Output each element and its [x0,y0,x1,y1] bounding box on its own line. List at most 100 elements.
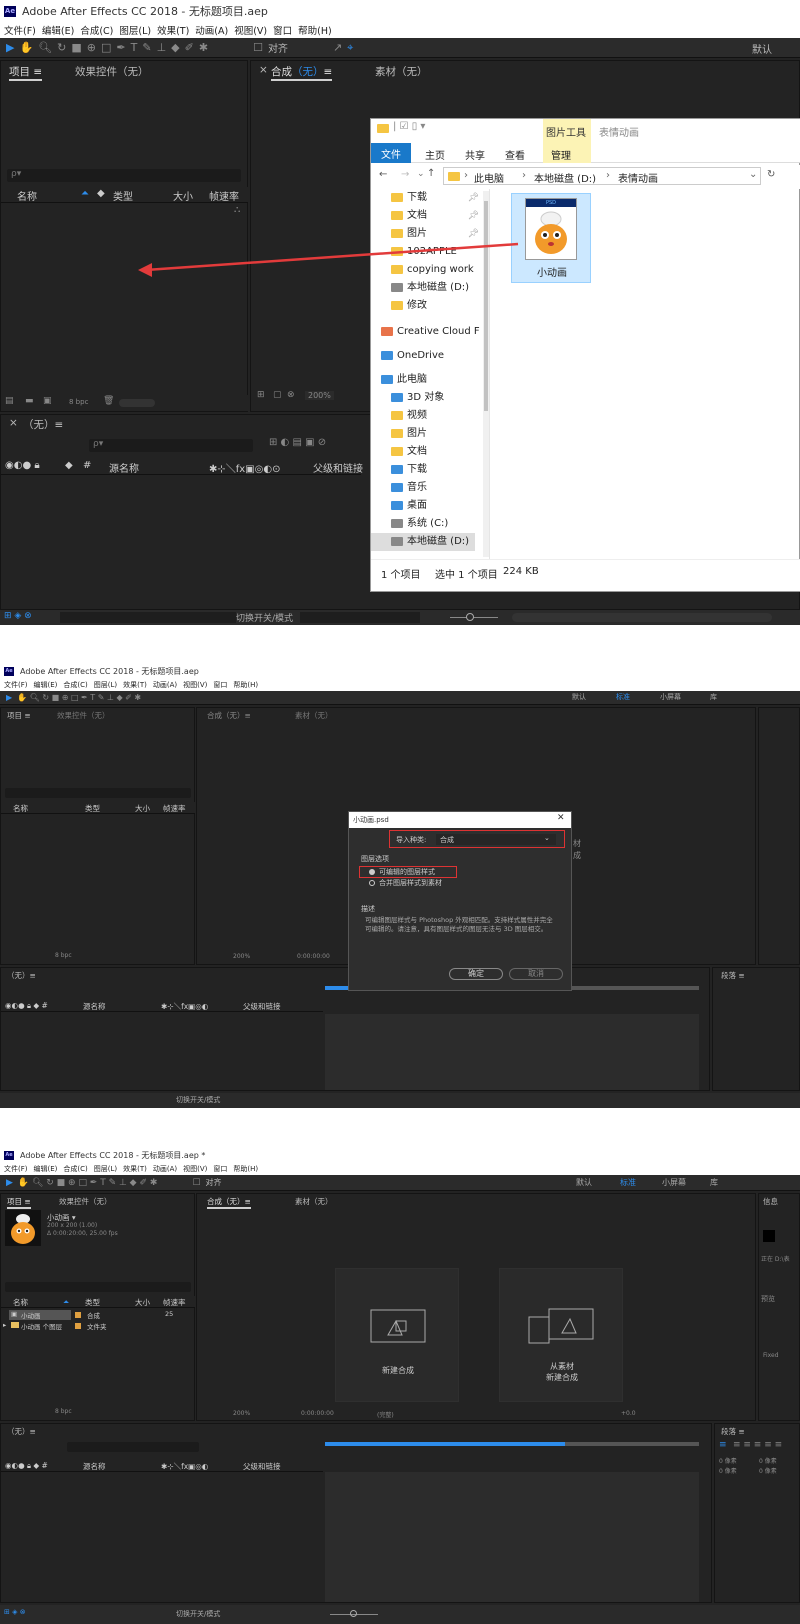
col-size[interactable]: 大小 [135,1297,150,1308]
label-color[interactable] [75,1312,81,1318]
switch-mode-button[interactable]: 切换开关/模式 [176,1095,220,1105]
timeline-area[interactable] [325,1014,699,1090]
preview-tab[interactable]: 预览 [761,1294,775,1304]
new-comp-from-footage-card[interactable]: 从素材 新建合成 [499,1268,623,1402]
menu-layer[interactable]: 图层(L) [94,680,117,690]
zoom-dropdown[interactable]: 200% [233,1410,250,1417]
col-parent[interactable]: 父级和链接 [243,1461,281,1472]
window-title: Adobe After Effects CC 2018 - 无标题项目.aep … [20,1150,206,1160]
tools-icons[interactable]: ✋ 🔍︎ ↻ ■ ⊕ □ ✒ T ✎ ⊥ ◆ ✐ ✱ [17,693,141,702]
col-fps[interactable]: 帧速率 [163,803,186,814]
ok-button[interactable]: 确定 [449,968,503,980]
work-area-fill[interactable] [325,1442,565,1446]
col-size[interactable]: 大小 [135,803,150,814]
menu-effect[interactable]: 效果(T) [123,680,147,690]
menu-file[interactable]: 文件(F) [4,1164,28,1174]
space-before[interactable]: 0 像素 [719,1466,737,1475]
expand-arrow-icon[interactable]: ▸ [3,1321,6,1329]
description-heading: 描述 [361,905,375,913]
project-search-input[interactable] [5,788,191,798]
radio-merge-styles[interactable] [369,880,375,886]
indent-right[interactable]: 0 像素 [759,1456,777,1465]
time-display[interactable]: 0:00:00:00 [297,953,330,960]
table-row[interactable]: ▸ 小动画 个图层 文件夹 [1,1321,181,1331]
project-tab[interactable]: 项目 ≡ [7,1196,31,1209]
align-left-icon[interactable]: ≡ [719,1440,727,1450]
menu-view[interactable]: 视图(V) [183,680,207,690]
info-tab[interactable]: 信息 [763,1196,778,1207]
effects-controls-tab[interactable]: 效果控件（无） [59,1196,112,1207]
project-search-input[interactable] [5,1282,191,1292]
comp-tab[interactable]: 合成（无）≡ [207,1196,251,1209]
sort-icon[interactable]: ⏶ [63,1297,69,1307]
workspace-default[interactable]: 默认 [576,1177,592,1188]
bpc-label[interactable]: 8 bpc [55,952,72,959]
menu-window[interactable]: 窗口 [213,1164,227,1174]
menu-edit[interactable]: 编辑(E) [34,1164,58,1174]
work-area-bar[interactable] [325,1442,699,1446]
menu-composition[interactable]: 合成(C) [63,680,87,690]
resolution-dropdown[interactable]: (完整) [377,1410,394,1419]
workspace-library[interactable]: 库 [710,692,717,702]
switch-mode-button[interactable]: 切换开关/模式 [176,1609,220,1619]
col-source-name[interactable]: 源名称 [83,1461,106,1472]
menu-edit[interactable]: 编辑(E) [34,680,58,690]
menu-window[interactable]: 窗口 [213,680,227,690]
paragraph-tab[interactable]: 段落 ≡ [721,970,745,981]
workspace-small[interactable]: 小屏幕 [660,692,681,702]
timeline-area[interactable] [325,1472,699,1602]
menu-file[interactable]: 文件(F) [4,680,28,690]
workspace-standard[interactable]: 标准 [616,692,630,702]
col-fps[interactable]: 帧速率 [163,1297,186,1308]
workspace-library[interactable]: 库 [710,1177,718,1188]
workspace-standard[interactable]: 标准 [620,1177,636,1188]
zoom-dropdown[interactable]: 200% [233,953,250,960]
project-tab[interactable]: 项目 ≡ [7,710,31,721]
new-comp-card[interactable]: 新建合成 [335,1268,459,1402]
indent-left[interactable]: 0 像素 [719,1456,737,1465]
tools-icons[interactable]: ✋ 🔍︎ ↻ ■ ⊕ □ ✒ T ✎ ⊥ ◆ ✐ ✱ [18,1178,157,1188]
footage-tab[interactable]: 素材（无） [295,1196,333,1207]
align-icons[interactable]: ≡ ≡ ≡ ≡ ≡ [733,1440,782,1450]
comp-tab[interactable]: 合成（无）≡ [207,710,251,721]
col-name[interactable]: 名称 [13,803,28,814]
effects-controls-tab[interactable]: 效果控件（无） [57,710,110,721]
col-parent[interactable]: 父级和链接 [243,1001,281,1012]
snap-checkbox-icon[interactable]: ☐ [192,1178,200,1188]
col-type[interactable]: 类型 [85,803,100,814]
radio-editable-styles[interactable] [369,869,375,875]
menu-view[interactable]: 视图(V) [183,1164,207,1174]
import-kind-select[interactable]: 合成 ⌄ [436,834,556,845]
col-source-name[interactable]: 源名称 [83,1001,106,1012]
workspace-small[interactable]: 小屏幕 [662,1177,686,1188]
timeline-tab[interactable]: （无）≡ [7,970,36,981]
label-color[interactable] [75,1323,81,1329]
table-row[interactable]: ▣ 小动画 合成 25 [1,1310,181,1320]
menu-layer[interactable]: 图层(L) [94,1164,117,1174]
bottom-icons[interactable]: ⊞ ◈ ⊗ [4,1608,26,1616]
exposure-offset[interactable]: +0.0 [621,1410,636,1417]
col-name[interactable]: 名称 [13,1297,28,1308]
selection-tool-icon[interactable]: ▶ [6,693,12,702]
menu-animation[interactable]: 动画(A) [153,1164,177,1174]
bpc-label[interactable]: 8 bpc [55,1408,72,1415]
menu-composition[interactable]: 合成(C) [63,1164,87,1174]
footage-tab[interactable]: 素材（无） [295,710,333,721]
fixed-dropdown[interactable]: Fixed [763,1352,779,1359]
timeline-tab[interactable]: （无）≡ [7,1426,36,1437]
menu-help[interactable]: 帮助(H) [233,1164,258,1174]
time-display[interactable]: 0:00:00:00 [301,1410,334,1417]
timeline-search-input[interactable] [67,1442,199,1452]
menu-effect[interactable]: 效果(T) [123,1164,147,1174]
paragraph-tab[interactable]: 段落 ≡ [721,1426,745,1437]
menu-animation[interactable]: 动画(A) [153,680,177,690]
col-type[interactable]: 类型 [85,1297,100,1308]
close-icon[interactable]: ✕ [557,813,565,823]
selection-tool-icon[interactable]: ▶ [6,1178,13,1188]
space-after[interactable]: 0 像素 [759,1466,777,1475]
bg-footage-text: 材 [573,839,581,848]
cancel-button[interactable]: 取消 [509,968,563,980]
zoom-slider-thumb[interactable] [350,1610,357,1617]
workspace-default[interactable]: 默认 [572,692,586,702]
menu-help[interactable]: 帮助(H) [233,680,258,690]
